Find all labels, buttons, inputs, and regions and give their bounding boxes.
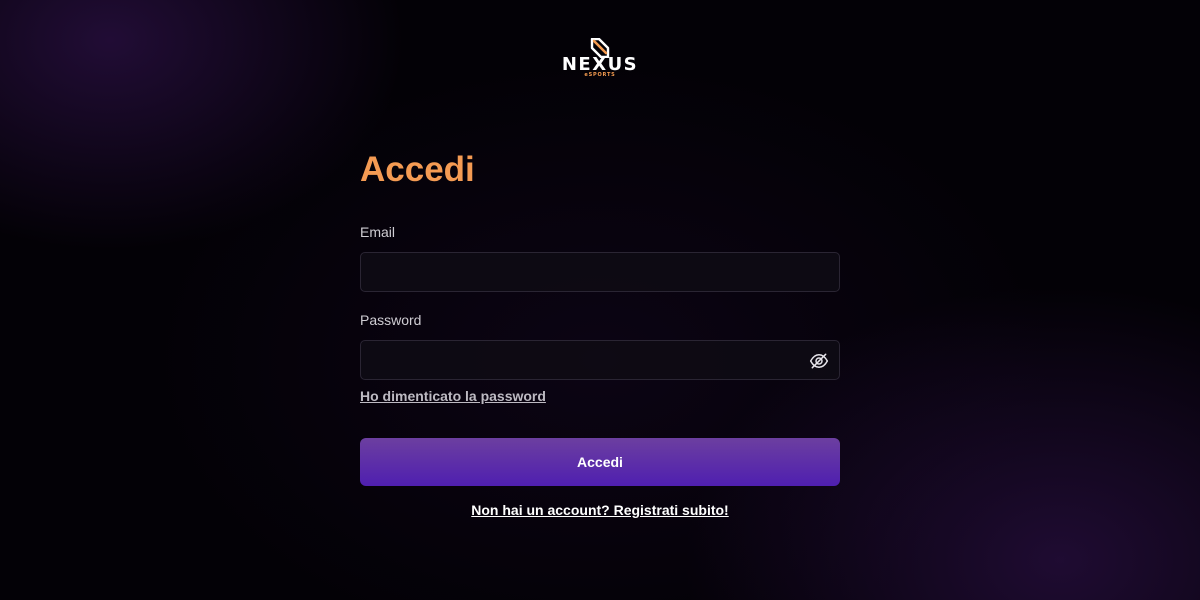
login-button[interactable]: Accedi <box>360 438 840 486</box>
register-prompt: Non hai un account? Registrati subito! <box>360 502 840 518</box>
forgot-password-link[interactable]: Ho dimenticato la password <box>360 388 546 404</box>
register-link[interactable]: Non hai un account? Registrati subito! <box>471 502 728 518</box>
eye-off-icon[interactable] <box>809 351 829 371</box>
login-form: Accedi Email Password Ho dimenticato la … <box>360 150 840 518</box>
page-title: Accedi <box>360 150 475 189</box>
brand-logo[interactable]: NEXUS eSPORTS <box>553 38 647 82</box>
email-field-container <box>360 252 840 292</box>
email-field[interactable] <box>361 253 839 291</box>
email-label: Email <box>360 224 396 240</box>
password-label: Password <box>360 312 422 328</box>
password-field[interactable] <box>361 341 839 379</box>
password-field-container <box>360 340 840 380</box>
brand-name: NEXUS <box>561 54 639 75</box>
